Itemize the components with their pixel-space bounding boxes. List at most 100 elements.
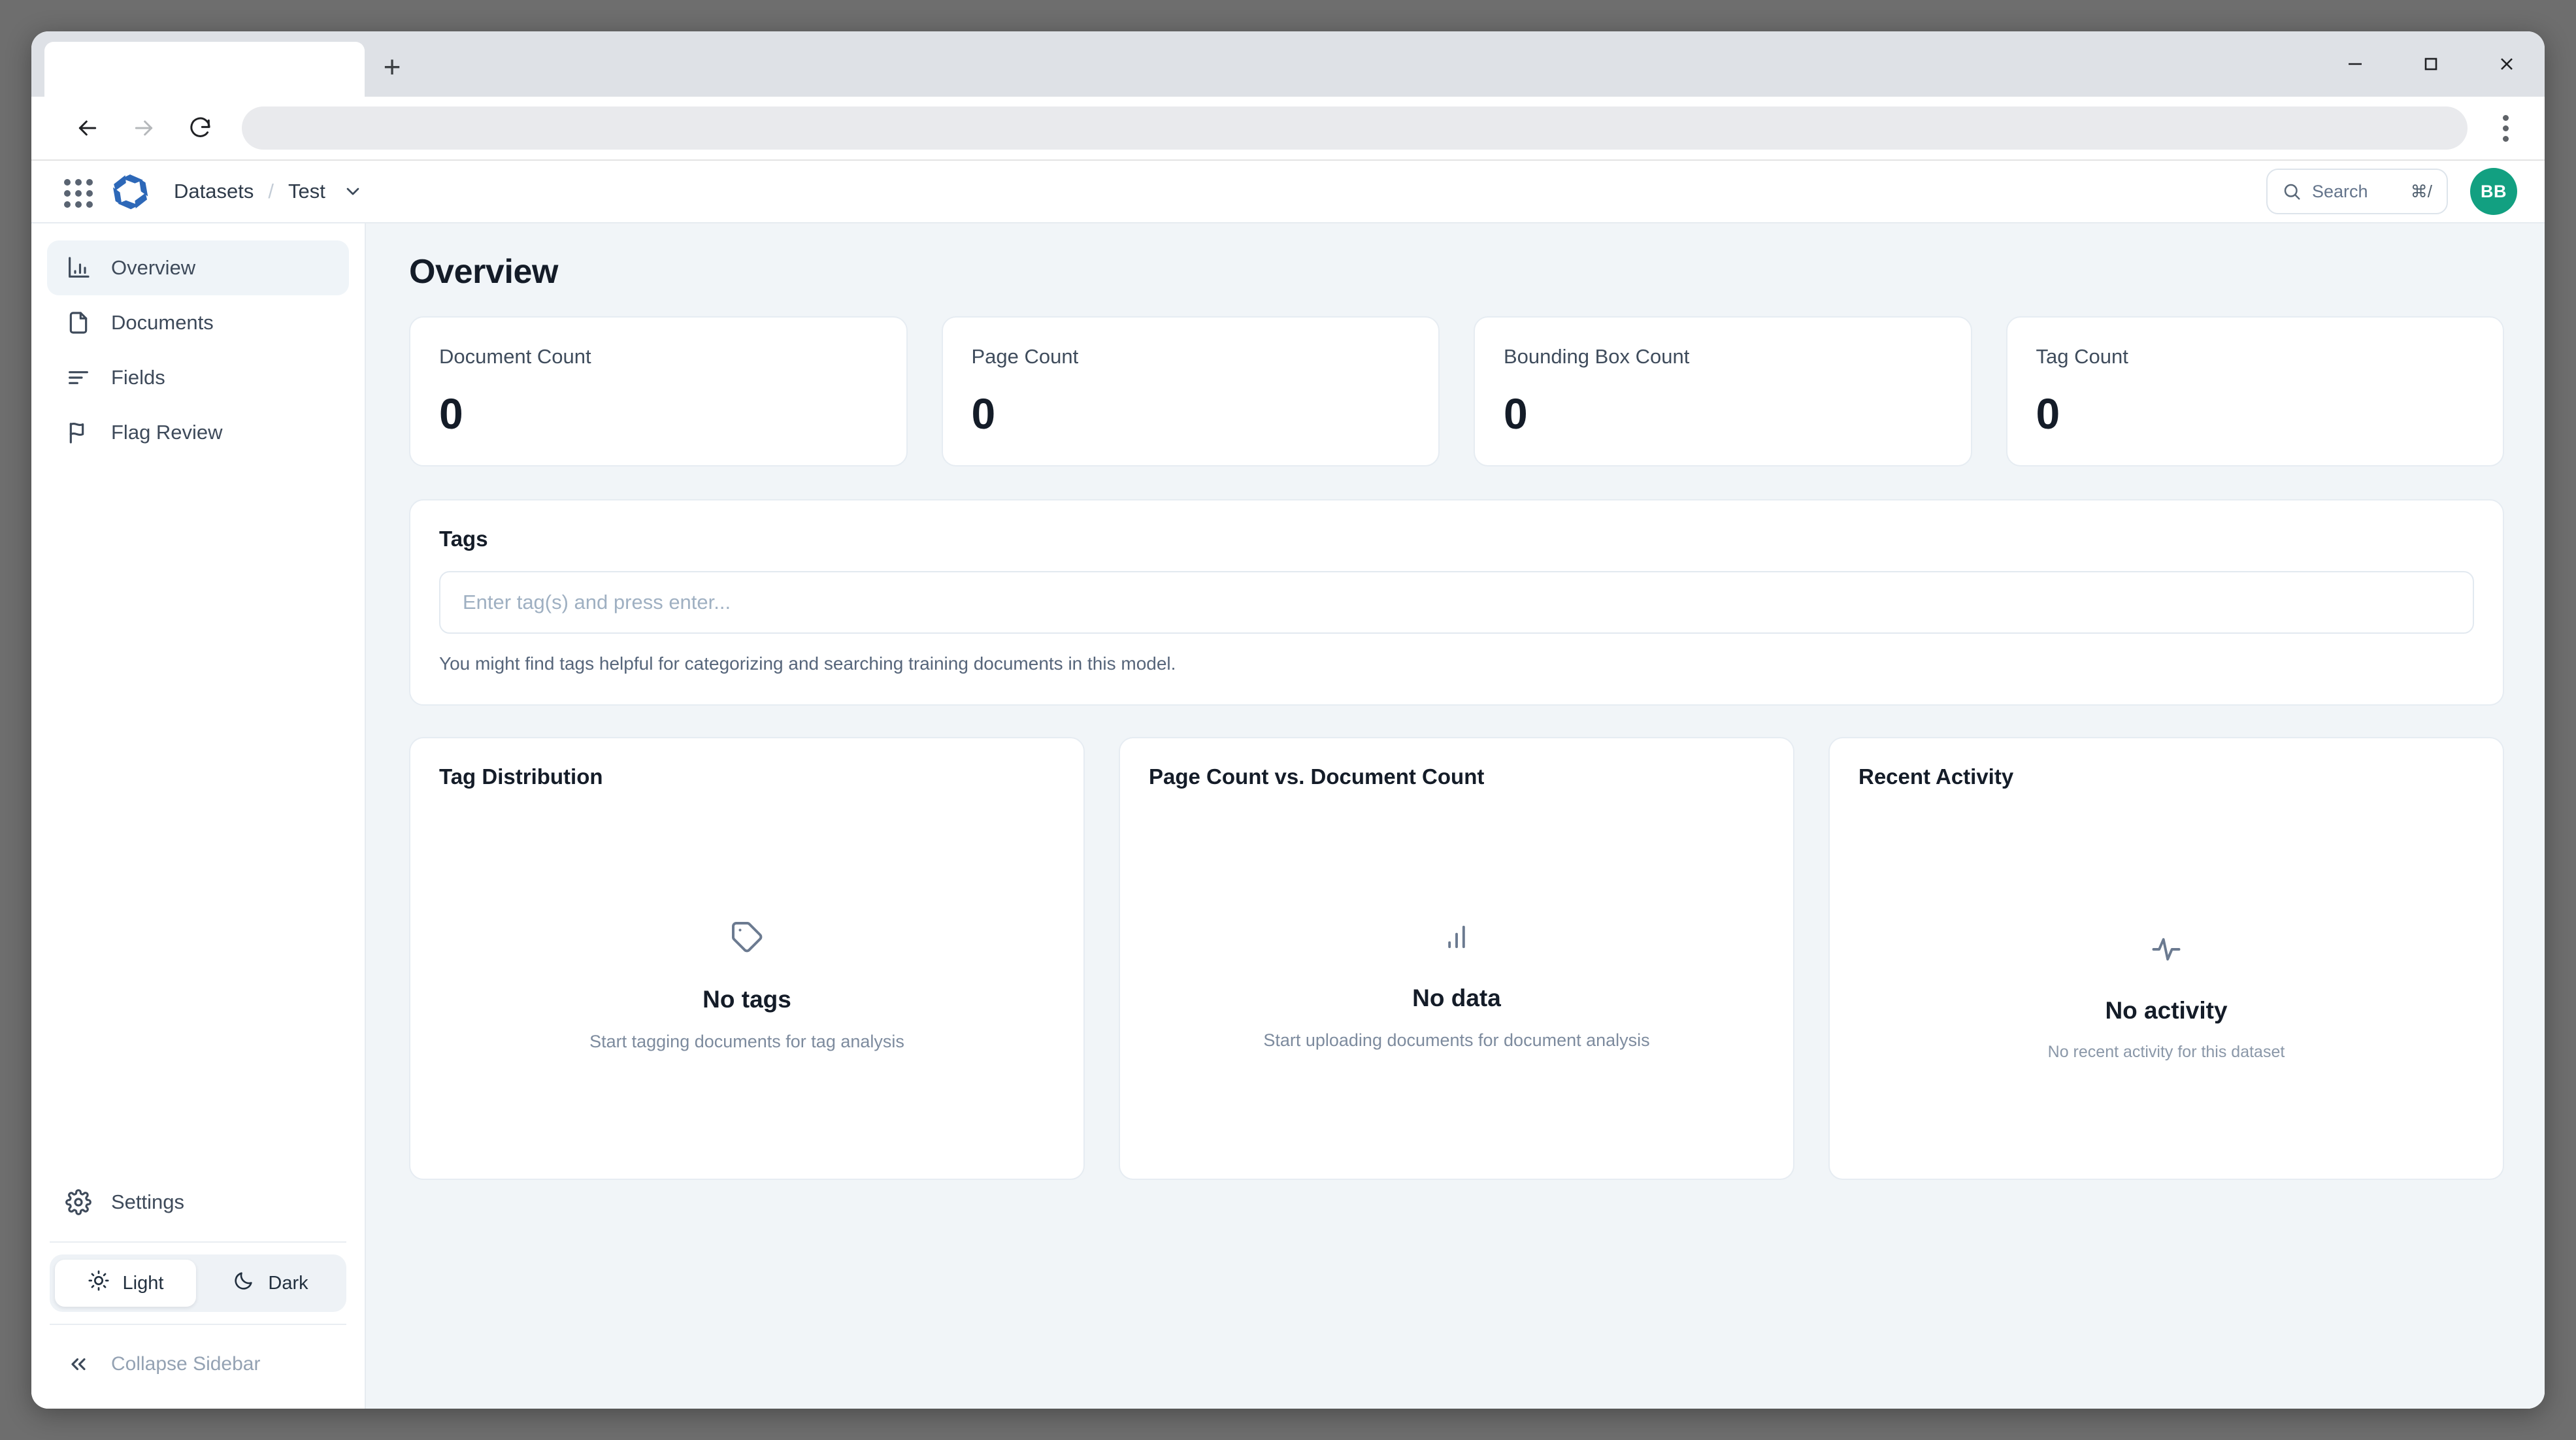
stat-label: Document Count	[439, 345, 591, 368]
card-recent-activity: Recent Activity No activity No recent ac…	[1828, 737, 2504, 1180]
browser-tab-strip: +	[31, 31, 2545, 97]
flag-icon	[64, 418, 93, 447]
theme-option-label: Light	[122, 1272, 164, 1294]
stat-card-bounding-box-count: Bounding Box Count 0	[1474, 316, 1972, 466]
new-tab-plus-icon: +	[383, 50, 401, 84]
reload-icon	[190, 117, 210, 137]
chevron-down-icon	[346, 188, 359, 195]
sidebar-item-label: Flag Review	[111, 421, 223, 444]
card-title: Recent Activity	[1858, 764, 2014, 789]
sidebar-item-label: Settings	[111, 1190, 185, 1213]
activity-pulse-icon	[2149, 932, 2183, 970]
sidebar-divider-bottom	[50, 1324, 346, 1325]
browser-window: + Datasets / Test Search ⌘/ BB Overview …	[31, 31, 2545, 1409]
bar-chart-icon	[1440, 920, 1474, 957]
forward-arrow-icon	[135, 120, 153, 136]
empty-state-subtitle: No recent activity for this dataset	[2047, 1043, 2285, 1061]
search-shortcut-hint: ⌘/	[2410, 181, 2432, 201]
chevrons-left-icon	[64, 1350, 93, 1379]
stat-card-document-count: Document Count 0	[409, 316, 908, 466]
stat-card-page-count: Page Count 0	[941, 316, 1440, 466]
theme-option-label: Dark	[268, 1272, 308, 1294]
sidebar-item-documents[interactable]: Documents	[47, 295, 349, 350]
maximize-icon	[2424, 57, 2437, 71]
breadcrumb-dropdown-button[interactable]	[342, 181, 363, 202]
card-title: Tag Distribution	[439, 764, 603, 789]
browser-menu-button[interactable]	[2485, 107, 2526, 149]
tag-icon	[729, 919, 765, 958]
aperture-logo-icon[interactable]	[110, 171, 150, 212]
app-header: Datasets / Test Search ⌘/ BB	[31, 161, 2545, 223]
theme-option-light[interactable]: Light	[55, 1260, 196, 1307]
back-arrow-icon	[78, 120, 97, 136]
header-actions: Search ⌘/ BB	[2266, 168, 2517, 215]
main-content: Overview Document Count 0 Page Count 0 B…	[366, 223, 2545, 1409]
breadcrumb-current[interactable]: Test	[288, 180, 325, 203]
window-controls	[2317, 31, 2545, 97]
tags-card: Tags You might find tags helpful for cat…	[409, 499, 2504, 706]
search-input[interactable]: Search ⌘/	[2266, 169, 2448, 214]
kebab-dot	[2502, 125, 2509, 131]
sidebar: Overview Documents Fields Flag Review Se…	[31, 223, 366, 1409]
minimize-icon	[2349, 63, 2362, 65]
stat-value: 0	[971, 389, 996, 438]
forward-button[interactable]	[123, 107, 165, 149]
stat-value: 0	[1504, 389, 1528, 438]
sidebar-divider-top	[50, 1241, 346, 1243]
avatar[interactable]: BB	[2470, 168, 2517, 215]
kebab-dot	[2502, 135, 2509, 142]
empty-state: No activity No recent activity for this …	[1858, 815, 2474, 1179]
empty-state-subtitle: Start tagging documents for tag analysis	[589, 1032, 904, 1051]
sidebar-item-settings[interactable]: Settings	[47, 1175, 349, 1230]
stat-label: Page Count	[971, 345, 1079, 368]
avatar-initials: BB	[2481, 181, 2507, 201]
url-input[interactable]	[242, 106, 2468, 150]
breadcrumb-root[interactable]: Datasets	[174, 180, 254, 203]
card-tag-distribution: Tag Distribution No tags Start tagging d…	[409, 737, 1085, 1180]
back-button[interactable]	[67, 107, 108, 149]
theme-toggle: Light Dark	[50, 1254, 346, 1312]
sidebar-item-label: Overview	[111, 256, 196, 279]
new-tab-button[interactable]: +	[365, 42, 420, 97]
stat-cards-row: Document Count 0 Page Count 0 Bounding B…	[409, 316, 2504, 466]
theme-option-dark[interactable]: Dark	[200, 1260, 341, 1307]
sidebar-item-overview[interactable]: Overview	[47, 240, 349, 295]
reload-button[interactable]	[179, 107, 221, 149]
close-icon	[2501, 58, 2513, 70]
card-page-vs-document-count: Page Count vs. Document Count No data St…	[1119, 737, 1794, 1180]
stat-value: 0	[439, 389, 463, 438]
stat-label: Bounding Box Count	[1504, 345, 1690, 368]
stat-label: Tag Count	[2036, 345, 2128, 368]
stat-value: 0	[2036, 389, 2060, 438]
app-body: Overview Documents Fields Flag Review Se…	[31, 223, 2545, 1409]
stat-card-tag-count: Tag Count 0	[2006, 316, 2504, 466]
tags-section-title: Tags	[439, 527, 488, 551]
grid-apps-icon[interactable]	[58, 172, 95, 210]
kebab-menu-icon	[2502, 114, 2509, 121]
browser-address-bar	[31, 97, 2545, 161]
tags-input[interactable]	[439, 571, 2474, 634]
sidebar-item-label: Documents	[111, 311, 214, 334]
document-icon	[64, 308, 93, 337]
collapse-sidebar-button[interactable]: Collapse Sidebar	[47, 1337, 349, 1392]
empty-state-title: No activity	[2105, 997, 2228, 1024]
close-button[interactable]	[2469, 31, 2545, 97]
breadcrumb: Datasets / Test	[174, 180, 363, 203]
sidebar-item-label: Fields	[111, 366, 165, 389]
maximize-button[interactable]	[2393, 31, 2469, 97]
collapse-sidebar-label: Collapse Sidebar	[111, 1353, 261, 1375]
sidebar-item-flag-review[interactable]: Flag Review	[47, 405, 349, 460]
search-icon	[2284, 184, 2300, 200]
minimize-button[interactable]	[2317, 31, 2393, 97]
empty-state-title: No tags	[702, 986, 791, 1013]
sidebar-footer: Settings Light Dark Collapse Sidebar	[47, 1175, 349, 1409]
sun-icon	[88, 1269, 110, 1297]
bar-chart-icon	[64, 254, 93, 282]
empty-state-title: No data	[1412, 985, 1501, 1011]
empty-state-subtitle: Start uploading documents for document a…	[1263, 1030, 1650, 1050]
app-root: Datasets / Test Search ⌘/ BB Overview Do…	[31, 161, 2545, 1409]
breadcrumb-separator: /	[268, 180, 274, 203]
browser-tab[interactable]	[44, 42, 365, 97]
sidebar-item-fields[interactable]: Fields	[47, 350, 349, 405]
